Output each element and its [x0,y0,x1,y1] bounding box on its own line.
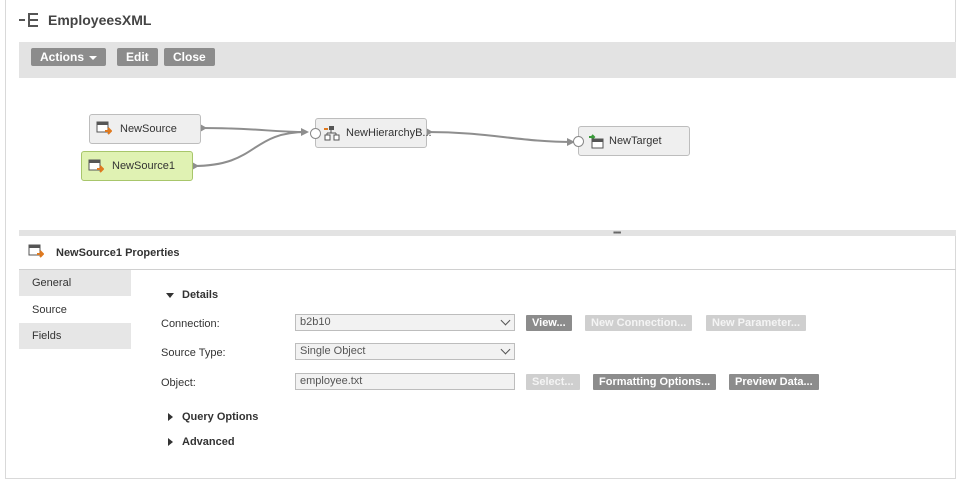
query-options-label: Query Options [182,411,259,423]
chevron-down-icon [500,315,511,326]
input-port-icon[interactable] [573,136,584,147]
source-icon [96,121,112,135]
node-newsource1[interactable]: NewSource1 [81,151,193,181]
connection-select[interactable]: b2b10 [295,314,515,331]
chevron-down-icon [500,344,511,355]
source-icon [88,159,104,173]
arrow-hierarchy [301,128,309,136]
tab-fields[interactable]: Fields [19,323,131,349]
properties-header: NewSource1 Properties [19,236,956,270]
drag-handle-icon[interactable]: ▪▪▪▪ [613,229,621,237]
page-title: EmployeesXML [48,12,152,28]
toolbar: Actions Edit Close [19,42,956,78]
collapsed-triangle-icon [168,413,173,422]
node-label: NewSource1 [112,160,175,172]
hierarchy-builder-icon [324,126,340,141]
details-section-toggle[interactable]: Details [166,289,218,301]
link-source1-hierarchy [192,131,308,167]
properties-title: NewSource1 Properties [56,247,180,259]
node-label: NewTarget [609,135,662,147]
node-label: NewSource [120,123,177,135]
object-field[interactable]: employee.txt [295,373,515,390]
query-options-toggle[interactable]: Query Options [168,411,258,423]
node-newsource[interactable]: NewSource [89,114,201,144]
mapping-icon [19,13,38,27]
object-label: Object: [161,377,196,389]
advanced-toggle[interactable]: Advanced [168,436,235,448]
input-port-icon[interactable] [310,128,321,139]
select-button[interactable]: Select... [526,374,580,390]
node-newtarget[interactable]: NewTarget [573,126,690,156]
expanded-triangle-icon [166,292,174,298]
connection-value: b2b10 [300,316,331,328]
collapsed-triangle-icon [168,438,173,447]
output-port-source [200,124,207,132]
actions-button-label: Actions [40,50,85,64]
source-type-select[interactable]: Single Object [295,343,515,360]
source-type-label: Source Type: [161,347,226,359]
new-parameter-button[interactable]: New Parameter... [706,315,807,331]
preview-data-button[interactable]: Preview Data... [729,374,819,390]
view-button[interactable]: View... [526,315,572,331]
new-connection-button[interactable]: New Connection... [585,315,693,331]
source-icon [28,244,44,258]
node-newhierarchybuilder[interactable]: NewHierarchyB... [310,118,432,148]
node-label: NewHierarchyB... [346,127,432,139]
close-button[interactable]: Close [164,48,215,66]
target-icon [589,134,604,149]
connection-label: Connection: [161,318,220,330]
tab-source[interactable]: Source [19,297,131,323]
details-label: Details [182,289,219,301]
advanced-label: Advanced [182,436,235,448]
source-type-value: Single Object [300,345,366,357]
formatting-options-button[interactable]: Formatting Options... [593,374,717,390]
edit-button[interactable]: Edit [117,48,158,66]
tab-general[interactable]: General [19,270,131,296]
object-value: employee.txt [300,375,363,387]
mapping-canvas[interactable]: NewSource NewSource1 NewHierarchyB... Ne… [19,78,956,230]
link-source-hierarchy [200,127,308,133]
actions-button[interactable]: Actions [31,48,106,66]
link-hierarchy-target [426,131,574,143]
chevron-down-icon [89,55,98,60]
output-port-source1 [192,162,199,170]
